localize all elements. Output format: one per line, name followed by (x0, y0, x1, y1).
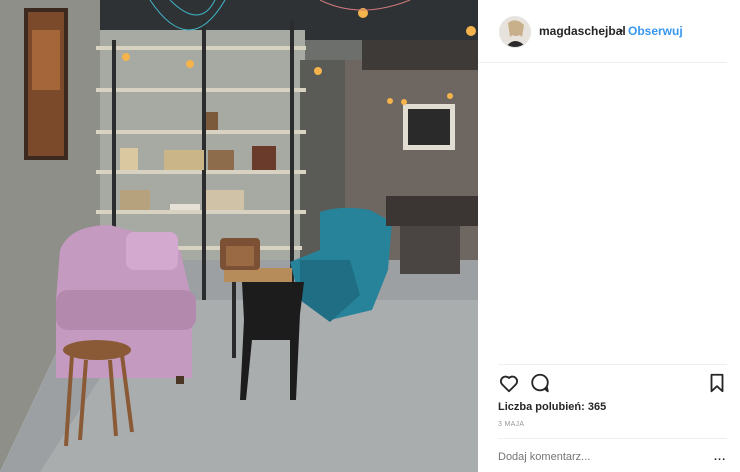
post-date[interactable]: 3 MAJA (498, 421, 524, 428)
follow-button[interactable]: Obserwuj (628, 24, 683, 38)
cafe-interior-photo (0, 0, 478, 472)
separator-dot: • (619, 24, 624, 38)
post-photo[interactable] (0, 0, 478, 472)
post-header: magdaschejbal • Obserwuj (478, 0, 727, 63)
divider-bottom (498, 438, 727, 439)
more-options-icon[interactable]: ... (714, 451, 726, 463)
avatar[interactable] (499, 16, 531, 48)
username-link[interactable]: magdaschejbal (539, 24, 626, 38)
post-details-panel: magdaschejbal • Obserwuj Liczba polubień… (478, 0, 740, 472)
avatar-image (500, 17, 530, 47)
action-bar (498, 372, 727, 396)
divider-top (498, 364, 727, 365)
likes-count[interactable]: Liczba polubień: 365 (498, 401, 606, 413)
comment-input[interactable] (498, 451, 688, 463)
comment-icon[interactable] (529, 372, 551, 394)
heart-icon[interactable] (498, 372, 520, 394)
bookmark-icon[interactable] (706, 372, 728, 394)
